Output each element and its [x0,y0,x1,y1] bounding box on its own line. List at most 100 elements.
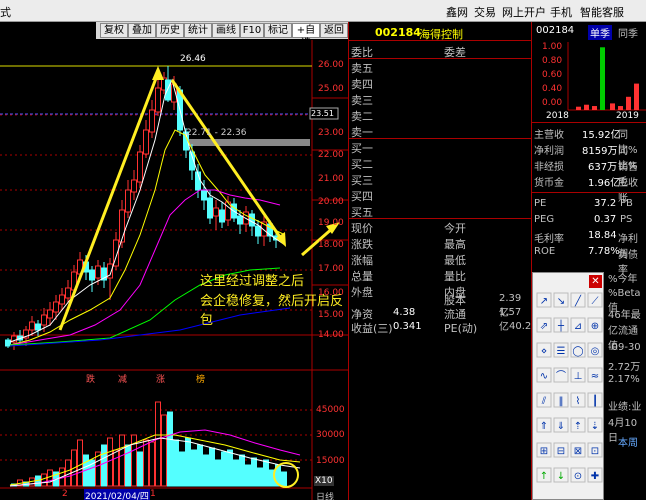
candle-body [155,87,161,113]
palette-tool-icon: ⌇ [576,396,581,407]
volume-bar [191,449,197,487]
tab-quarterly[interactable]: 单季 [588,25,612,40]
palette-tools-grid[interactable]: ↗ ↘ ╱ ⟋ ⇗ ┼ ⊿ ⊕ ⋄ ☰ ◯ ◎ ∿ ⌒ ⊥ ≈ ⫽ ‖ ⌇ ┃ ⇑ ⇓ ⇡ ⇣ ⊞ ⊟ ⊠ ⊡ ↑ ↓ ⊙ ✚ [533,291,605,500]
fund-tick-4: 0.40 [542,84,563,94]
volume-bar [101,444,107,487]
divider [349,218,532,219]
eps-label: 收益(三) [351,322,393,335]
fund-bar [600,47,605,110]
volume-ratio-label: 量比 [444,270,466,283]
date-cursor-label: 2021/02/04/四 [84,489,150,500]
stats-button[interactable]: 统计 [184,23,212,38]
overlay-button[interactable]: 叠加 [128,23,156,38]
volume-label: 总量 [351,270,373,283]
non-recurring-label: 非经损 [534,162,564,173]
restore-rights-button[interactable]: 复权 [100,23,128,38]
cash-label: 货币金 [534,178,564,189]
non-recurring-value: 637万 [588,162,618,173]
menu-item-support[interactable]: 智能客服 [580,4,624,20]
history-button[interactable]: 历史 [156,23,184,38]
add-watchlist-button[interactable]: +自选 [292,23,320,49]
divider [349,40,532,41]
partial-text-9[interactable]: 本周 [618,434,638,449]
palette-tool-icon: ╱ [574,294,582,307]
partial-text-4: -09-30 [608,342,641,353]
partial-text-2: 46年最 [608,310,641,321]
fund-bar [576,106,581,110]
menu-item-mobile[interactable]: 手机 [550,4,572,20]
top-menubar: 式 鑫网 交易 网上开户 手机 智能客服 [0,0,646,22]
palette-tool-icon: ⊠ [574,446,582,457]
fund-bar [618,106,623,110]
ask-2-label: 卖二 [351,110,373,123]
current-price-tag: 23.51 [311,109,334,118]
palette-tool-icon: ◯ [572,346,583,357]
ps-label: PS [620,214,633,225]
y-tick-18: 18.00 [318,240,344,250]
range-price-label: 22.71 - 22.36 [186,128,247,138]
candle-body [201,189,207,201]
palette-tool-icon: ☰ [557,346,566,357]
menu-item-open-account[interactable]: 网上开户 [502,4,546,20]
candle-body [53,301,59,313]
f10-button[interactable]: F10 [240,23,264,38]
candle-body [207,197,213,219]
palette-tool-icon: ✚ [591,471,599,482]
menu-item-xinwang[interactable]: 鑫网 [446,4,468,20]
y-tick-22: 22.00 [318,150,344,160]
palette-tool-icon: ⇑ [540,421,548,432]
volume-bar [245,464,251,487]
vol-tick-15000: 15000 [316,456,345,466]
bid-1-label: 买一 [351,142,373,155]
gross-margin-value: 18.84 [588,230,617,241]
rally-arrow [58,72,160,331]
volume-bar [119,434,125,487]
partial-text-7: 业绩:业 [608,402,642,413]
tab-same-quarter[interactable]: 同季 [618,25,638,40]
volume-bar [197,444,203,487]
menu-item-trade[interactable]: 交易 [474,4,496,20]
volume-bar [77,439,83,487]
fund-tick-2: 0.80 [542,56,563,66]
fund-bar [610,103,615,110]
draw-line-button[interactable]: 画线 [212,23,240,38]
palette-tool-icon: ⊡ [591,446,599,457]
last-price-label: 现价 [351,222,373,235]
y-tick-19: 19.00 [318,218,344,228]
fund-bar [634,83,639,110]
candle-body [219,209,225,223]
divider [349,58,532,59]
fund-tick-5: 0.00 [542,98,563,108]
back-button[interactable]: 返回 [320,23,348,38]
candle-body [119,209,125,243]
mark-button[interactable]: 标记 [264,23,292,38]
palette-close-icon[interactable]: ✕ [589,275,602,288]
palette-tool-icon: ⇣ [591,421,599,432]
bid-2-label: 买二 [351,158,373,171]
volume-bar [257,467,263,487]
gross-margin-label: 毛利率 [534,234,564,245]
ask-4-label: 卖四 [351,78,373,91]
peg-label: PEG [534,214,555,225]
signal-rank: 榜 [196,375,206,385]
y-tick-23: 23.00 [318,128,344,138]
period-label[interactable]: 日线 [316,490,334,500]
kline-chart-panel[interactable]: 26.46 22.71 - 22.36 23.51 26.00 25.00 23… [0,40,348,500]
candle-body [149,109,155,133]
signal-fall: 跌 [86,375,96,385]
window-title-fragment: 式 [0,6,11,19]
y-tick-20: 20.00 [318,197,344,207]
palette-tool-icon: ↗ [540,296,548,307]
palette-tool-icon: ⊕ [591,321,599,332]
volume-bar [65,459,71,487]
volume-bar [143,439,149,487]
partial-text-5: 2.72万 [608,362,641,373]
volume-bar [221,451,227,487]
divider [349,138,532,139]
candle-body [29,321,35,331]
pe-dynamic-label: PE(动) [444,322,478,335]
palette-tool-icon: ‖ [559,396,564,407]
candle-body [59,294,65,305]
divider [532,192,646,193]
vol-tick-45000: 45000 [316,405,345,415]
